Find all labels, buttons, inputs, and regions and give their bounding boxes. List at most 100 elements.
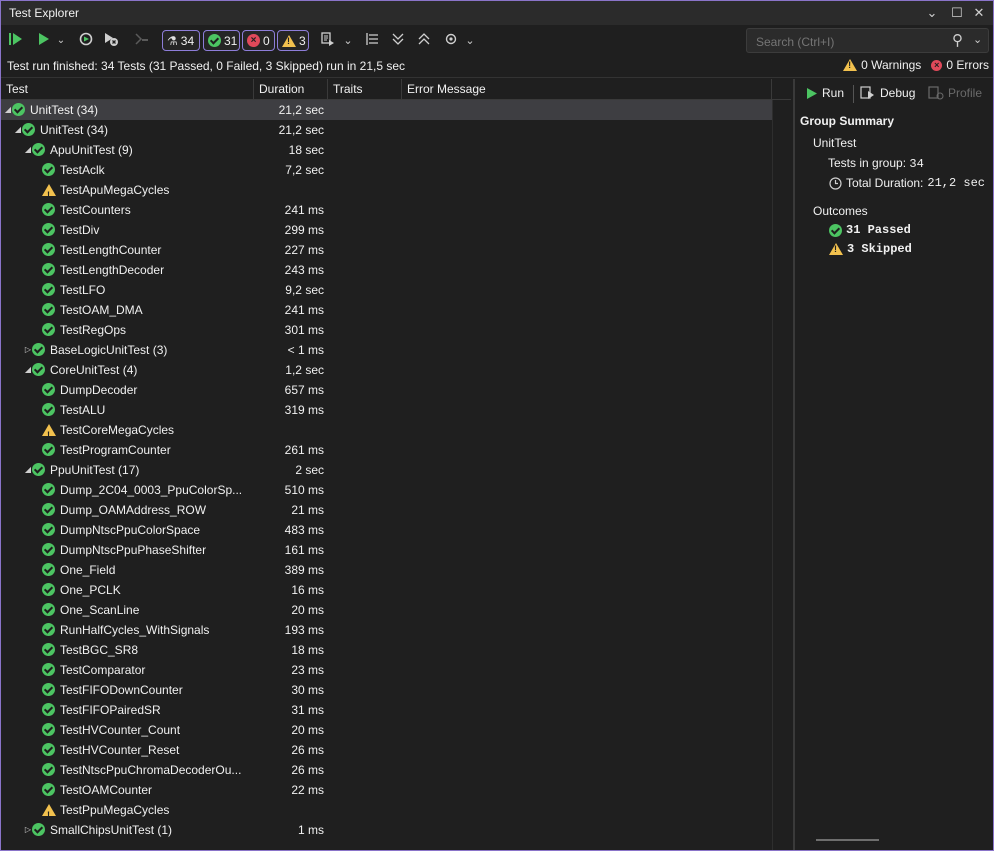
test-row[interactable]: TestDiv 299 ms (1, 220, 791, 240)
test-row[interactable]: One_PCLK 16 ms (1, 580, 791, 600)
rerun-icon[interactable] (77, 31, 95, 51)
passed-icon (32, 463, 45, 476)
test-row[interactable]: DumpNtscPpuPhaseShifter 161 ms (1, 540, 791, 560)
test-row[interactable]: DumpNtscPpuColorSpace 483 ms (1, 520, 791, 540)
total-duration-value: 21,2 sec (927, 176, 985, 190)
test-row[interactable]: One_Field 389 ms (1, 560, 791, 580)
search-input[interactable] (754, 34, 938, 50)
debug-button[interactable]: Debug (860, 86, 915, 100)
passed-icon (42, 383, 55, 396)
column-header-test[interactable]: Test (1, 79, 254, 99)
test-name: TestDiv (60, 223, 100, 237)
test-row[interactable]: TestFIFOPairedSR 31 ms (1, 700, 791, 720)
passed-icon (42, 603, 55, 616)
passed-icon (42, 643, 55, 656)
group-by-icon[interactable] (363, 31, 381, 51)
panel-splitter[interactable] (793, 79, 795, 850)
test-row[interactable]: TestLengthCounter 227 ms (1, 240, 791, 260)
test-row[interactable]: ▷ BaseLogicUnitTest (3) < 1 ms (1, 340, 791, 360)
passed-tests-filter[interactable]: 31 (203, 30, 240, 51)
test-name: TestBGC_SR8 (60, 643, 139, 657)
test-row[interactable]: TestNtscPpuChromaDecoderOu... 26 ms (1, 760, 791, 780)
expand-all-icon[interactable] (389, 31, 407, 51)
outcome-skipped[interactable]: 3 Skipped (829, 242, 912, 256)
total-tests-filter[interactable]: ⚗ 34 (162, 30, 200, 51)
run-icon[interactable] (35, 31, 53, 51)
test-row[interactable]: TestRegOps 301 ms (1, 320, 791, 340)
test-grid: Test Duration Traits Error Message ◢ Unit… (1, 79, 791, 850)
run-failed-icon[interactable] (102, 31, 120, 51)
search-box[interactable]: ⚲ ⌄ (746, 28, 989, 53)
skipped-icon (42, 804, 56, 825)
outcome-passed[interactable]: 31 Passed (829, 223, 911, 237)
test-row[interactable]: DumpDecoder 657 ms (1, 380, 791, 400)
collapse-all-icon[interactable] (415, 31, 433, 51)
test-row[interactable]: TestAclk 7,2 sec (1, 160, 791, 180)
test-duration: 261 ms (284, 443, 324, 457)
search-icon[interactable]: ⚲ (952, 31, 963, 49)
test-row[interactable]: TestApuMegaCycles (1, 180, 791, 205)
test-row[interactable]: ◢ PpuUnitTest (17) 2 sec (1, 460, 791, 480)
test-row[interactable]: TestCounters 241 ms (1, 200, 791, 220)
test-row[interactable]: TestALU 319 ms (1, 400, 791, 420)
column-header-error-message[interactable]: Error Message (402, 79, 772, 99)
test-row[interactable]: Dump_2C04_0003_PpuColorSp... 510 ms (1, 480, 791, 500)
close-icon[interactable]: ✕ (970, 4, 988, 22)
test-name: TestApuMegaCycles (60, 183, 170, 197)
test-duration: < 1 ms (287, 343, 324, 357)
passed-icon (42, 303, 55, 316)
maximize-icon[interactable]: ☐ (948, 4, 966, 22)
detail-horizontal-scrollbar[interactable] (816, 839, 879, 841)
run-dropdown-icon[interactable]: ⌄ (55, 31, 67, 51)
test-name: TestOAM_DMA (60, 303, 143, 317)
grid-header: Test Duration Traits Error Message (1, 79, 791, 100)
cancel-run-icon[interactable] (132, 31, 150, 51)
column-header-duration[interactable]: Duration (254, 79, 328, 99)
profile-button[interactable]: Profile (928, 86, 982, 100)
total-duration-label: Total Duration: (846, 176, 924, 190)
test-row[interactable]: One_ScanLine 20 ms (1, 600, 791, 620)
test-row[interactable]: TestOAM_DMA 241 ms (1, 300, 791, 320)
errors-count[interactable]: 0 Errors (946, 58, 989, 72)
test-row[interactable]: ◢ ApuUnitTest (9) 18 sec (1, 140, 791, 160)
test-row[interactable]: TestLFO 9,2 sec (1, 280, 791, 300)
test-row[interactable]: ◢ UnitTest (34) 21,2 sec (1, 100, 791, 120)
test-row[interactable]: TestPpuMegaCycles (1, 800, 791, 825)
test-row[interactable]: TestComparator 23 ms (1, 660, 791, 680)
test-row[interactable]: TestFIFODownCounter 30 ms (1, 680, 791, 700)
test-row[interactable]: ◢ UnitTest (34) 21,2 sec (1, 120, 791, 140)
passed-icon (32, 823, 45, 836)
test-row[interactable]: RunHalfCycles_WithSignals 193 ms (1, 620, 791, 640)
test-row[interactable]: TestHVCounter_Reset 26 ms (1, 740, 791, 760)
window-title: Test Explorer (9, 6, 80, 20)
test-row[interactable]: Dump_OAMAddress_ROW 21 ms (1, 500, 791, 520)
failed-tests-filter[interactable]: × 0 (242, 30, 275, 51)
run-all-icon[interactable] (7, 31, 25, 51)
run-button[interactable]: Run (806, 86, 844, 100)
skipped-tests-filter[interactable]: 3 (277, 30, 309, 51)
dropdown-icon[interactable]: ⌄ (923, 4, 941, 22)
total-count: 34 (180, 33, 195, 48)
column-header-traits[interactable]: Traits (328, 79, 402, 99)
test-row[interactable]: TestLengthDecoder 243 ms (1, 260, 791, 280)
settings-icon[interactable] (442, 31, 460, 51)
test-row[interactable]: TestBGC_SR8 18 ms (1, 640, 791, 660)
passed-icon (42, 723, 55, 736)
test-duration: 1,2 sec (285, 363, 324, 377)
playlist-dropdown-icon[interactable]: ⌄ (341, 31, 355, 51)
passed-icon (42, 663, 55, 676)
grid-scrollbar[interactable] (772, 100, 791, 850)
warnings-count[interactable]: 0 Warnings (861, 58, 921, 72)
test-row[interactable]: ◢ CoreUnitTest (4) 1,2 sec (1, 360, 791, 380)
test-row[interactable]: TestOAMCounter 22 ms (1, 780, 791, 800)
playlist-icon[interactable] (319, 31, 337, 51)
test-name: TestAclk (60, 163, 105, 177)
search-options-icon[interactable]: ⌄ (973, 33, 982, 46)
test-row[interactable]: TestHVCounter_Count 20 ms (1, 720, 791, 740)
flask-icon: ⚗ (167, 33, 178, 48)
test-row[interactable]: ▷ SmallChipsUnitTest (1) 1 ms (1, 820, 791, 840)
test-row[interactable]: TestProgramCounter 261 ms (1, 440, 791, 460)
test-row[interactable]: TestCoreMegaCycles (1, 420, 791, 445)
settings-dropdown-icon[interactable]: ⌄ (463, 31, 477, 51)
status-bar: Test run finished: 34 Tests (31 Passed, … (1, 56, 993, 78)
